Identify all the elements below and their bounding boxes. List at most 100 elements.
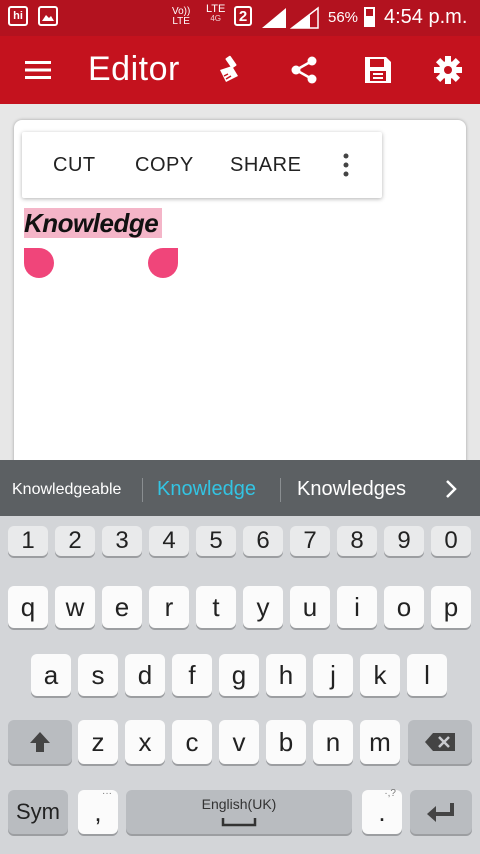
share-action[interactable]: SHARE <box>230 154 301 177</box>
enter-key[interactable] <box>410 790 472 834</box>
number-key[interactable]: 2 <box>55 526 95 556</box>
shift-arrow-icon <box>30 732 50 752</box>
letter-key[interactable]: d <box>125 654 165 696</box>
letter-key-label: c <box>185 726 199 757</box>
letter-key-label: o <box>396 591 412 622</box>
shift-key[interactable] <box>8 720 72 764</box>
letter-key[interactable]: i <box>337 586 377 628</box>
number-key[interactable]: 8 <box>337 526 377 556</box>
letter-key[interactable]: q <box>8 586 48 628</box>
number-key[interactable]: 3 <box>102 526 142 556</box>
letter-key[interactable]: x <box>125 720 165 764</box>
number-key[interactable]: 6 <box>243 526 283 556</box>
backspace-key[interactable] <box>408 720 472 764</box>
letter-key[interactable]: v <box>219 720 259 764</box>
letter-key[interactable]: n <box>313 720 353 764</box>
letter-key[interactable]: w <box>55 586 95 628</box>
number-key[interactable]: 0 <box>431 526 471 556</box>
hike-badge-text: hi <box>13 10 23 22</box>
hike-notification-icon: hi <box>8 6 28 26</box>
letter-key[interactable]: z <box>78 720 118 764</box>
letter-key-label: v <box>232 726 246 757</box>
letter-key-label: k <box>373 659 387 690</box>
letter-key[interactable]: e <box>102 586 142 628</box>
more-options-button[interactable] <box>336 152 356 178</box>
save-icon <box>365 57 391 83</box>
letter-key-label: t <box>212 591 220 622</box>
copy-action[interactable]: COPY <box>135 154 194 177</box>
letter-key[interactable]: k <box>360 654 400 696</box>
letter-key-label: r <box>164 591 174 622</box>
chevron-right-icon <box>446 480 457 498</box>
letter-key[interactable]: l <box>407 654 447 696</box>
share-button[interactable] <box>286 52 322 88</box>
selection-start-handle[interactable] <box>24 248 54 278</box>
letter-key[interactable]: s <box>78 654 118 696</box>
letter-key[interactable]: b <box>266 720 306 764</box>
letter-key[interactable]: h <box>266 654 306 696</box>
suggestion-right[interactable]: Knowledges <box>297 478 406 501</box>
letter-key-label: i <box>354 591 360 622</box>
space-key-language: English(UK) <box>201 796 277 812</box>
letter-key[interactable]: u <box>290 586 330 628</box>
letter-key[interactable]: j <box>313 654 353 696</box>
space-key[interactable]: English(UK) <box>126 790 352 834</box>
menu-icon <box>25 61 51 79</box>
share-icon <box>291 56 317 84</box>
number-key-label: 6 <box>256 527 270 554</box>
letter-key[interactable]: p <box>431 586 471 628</box>
enter-arrow-icon <box>427 803 454 822</box>
app-bar: Editor <box>0 36 480 104</box>
number-key-label: 4 <box>162 527 176 554</box>
lte-text-bottom: 4G <box>210 14 222 23</box>
letter-key[interactable]: t <box>196 586 236 628</box>
letter-key-label: n <box>325 726 341 757</box>
letter-key[interactable]: o <box>384 586 424 628</box>
more-suggestions-button[interactable] <box>440 478 462 505</box>
selected-word[interactable]: Knowledge <box>24 208 163 238</box>
letter-key[interactable]: f <box>172 654 212 696</box>
letter-key-label: f <box>188 659 196 690</box>
settings-button[interactable] <box>430 52 466 88</box>
number-key[interactable]: 4 <box>149 526 189 556</box>
selection-end-handle[interactable] <box>148 248 178 278</box>
letter-key-label: w <box>65 591 85 622</box>
backspace-icon <box>425 733 455 751</box>
letter-key-label: q <box>20 591 36 622</box>
suggestion-divider <box>280 478 281 502</box>
lte-indicator: LTE 4G <box>206 4 225 24</box>
app-title: Editor <box>88 50 180 88</box>
letter-key-label: b <box>278 726 294 757</box>
period-key[interactable]: ·,? . <box>362 788 402 834</box>
letter-key[interactable]: r <box>149 586 189 628</box>
number-key-label: 7 <box>303 527 317 554</box>
suggestion-center[interactable]: Knowledge <box>157 478 256 501</box>
letter-key[interactable]: y <box>243 586 283 628</box>
letter-key-label: m <box>369 726 391 757</box>
suggestion-left[interactable]: Knowledgeable <box>12 481 121 499</box>
letter-key-label: u <box>302 591 318 622</box>
battery-percent: 56% <box>328 9 359 26</box>
signal-strength-icon <box>262 6 319 29</box>
number-key-label: 5 <box>209 527 223 554</box>
number-key[interactable]: 9 <box>384 526 424 556</box>
symbols-key[interactable]: Sym <box>8 790 68 834</box>
save-button[interactable] <box>360 52 396 88</box>
clean-button[interactable] <box>212 52 248 88</box>
number-key[interactable]: 7 <box>290 526 330 556</box>
status-time: 4:54 p.m. <box>384 6 468 28</box>
status-bar: hi Vo)) LTE LTE 4G 2 56% 4:54 p.m. <box>0 0 480 36</box>
text-selection-menu: CUT COPY SHARE <box>22 132 382 198</box>
letter-key-label: e <box>114 591 130 622</box>
cut-action[interactable]: CUT <box>53 154 96 177</box>
letter-key-label: x <box>138 726 152 757</box>
comma-key[interactable]: ··· , <box>78 788 118 834</box>
number-key[interactable]: 5 <box>196 526 236 556</box>
letter-key[interactable]: c <box>172 720 212 764</box>
letter-key[interactable]: m <box>360 720 400 764</box>
letter-key[interactable]: a <box>31 654 71 696</box>
menu-button[interactable] <box>20 52 56 88</box>
battery-fill <box>366 16 373 25</box>
number-key[interactable]: 1 <box>8 526 48 556</box>
letter-key[interactable]: g <box>219 654 259 696</box>
